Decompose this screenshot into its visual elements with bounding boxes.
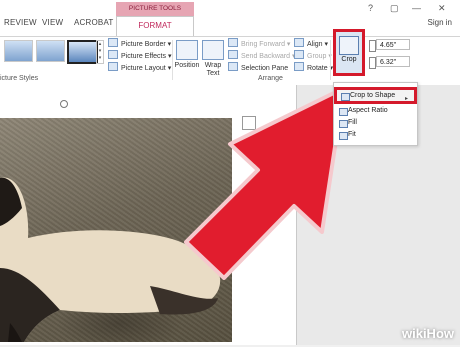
align-icon [294, 38, 304, 47]
position-label: Position [174, 62, 200, 69]
picture-border-icon [108, 38, 118, 47]
height-field[interactable]: 4.65" [376, 39, 410, 50]
position-button[interactable]: Position [174, 40, 200, 69]
picture-effects-button[interactable]: Picture Effects ▾ [108, 50, 171, 60]
picture-border-button[interactable]: Picture Border ▾ [108, 38, 171, 48]
crop-label: Crop [341, 56, 357, 63]
selection-pane-button[interactable]: Selection Pane [228, 62, 288, 72]
wrap-text-button[interactable]: Wrap Text [202, 40, 224, 78]
align-label: Align ▾ [307, 41, 329, 48]
picture-styles-group-label: icture Styles [0, 75, 39, 82]
picture-layout-label: Picture Layout ▾ [121, 65, 172, 72]
picture-style-thumb-3[interactable] [67, 40, 98, 64]
picture-border-label: Picture Border ▾ [121, 41, 172, 48]
tab-format[interactable]: FORMAT [116, 16, 194, 36]
fill-icon [339, 120, 348, 128]
ribbon-display-button[interactable]: ▢ [390, 3, 399, 14]
crop-dropdown-menu: Crop to Shape ▸ Aspect Ratio Fill Fit [333, 82, 418, 146]
rotate-button[interactable]: Rotate ▾ [294, 62, 333, 72]
wrap-text-icon [202, 40, 224, 60]
send-backward-button[interactable]: Send Backward ▾ [228, 50, 296, 60]
group-separator [330, 40, 331, 80]
rotate-handle[interactable] [60, 100, 68, 108]
bring-forward-button[interactable]: Bring Forward ▾ [228, 38, 290, 48]
aspect-ratio-icon [339, 108, 348, 116]
picture-tools-header: PICTURE TOOLS [116, 2, 194, 16]
sign-in-link[interactable]: Sign in [428, 18, 452, 27]
send-backward-label: Send Backward ▾ [241, 53, 296, 60]
fill-menu-item[interactable]: Fill [348, 119, 357, 126]
bring-forward-label: Bring Forward ▾ [241, 41, 291, 48]
picture-style-thumb-1[interactable] [4, 40, 33, 62]
group-icon [294, 50, 304, 59]
width-field[interactable]: 6.32" [376, 56, 410, 67]
align-button[interactable]: Align ▾ [294, 38, 328, 48]
minimize-button[interactable]: — [412, 3, 421, 13]
help-button[interactable]: ? [368, 3, 373, 13]
crop-to-shape-icon [341, 93, 350, 101]
height-icon [369, 40, 376, 52]
tab-acrobat[interactable]: ACROBAT [74, 18, 113, 27]
group-separator [172, 40, 173, 80]
arrange-group-label: Arrange [258, 75, 283, 82]
selection-pane-icon [228, 62, 238, 71]
fit-icon [339, 132, 348, 140]
fit-menu-item[interactable]: Fit [348, 131, 356, 138]
picture-layout-button[interactable]: Picture Layout ▾ [108, 62, 171, 72]
crop-icon [339, 36, 359, 55]
crop-to-shape-menu-item[interactable]: Crop to Shape ▸ [334, 87, 417, 104]
close-button[interactable]: ✕ [438, 3, 446, 14]
watermark-logo: wikiHow [401, 326, 454, 341]
submenu-arrow-icon: ▸ [404, 96, 408, 102]
picture-layout-icon [108, 62, 118, 71]
picture-effects-label: Picture Effects ▾ [121, 53, 172, 60]
picture-effects-icon [108, 50, 118, 59]
rotate-icon [294, 62, 304, 71]
group-label: Group ▾ [307, 53, 332, 60]
tab-review[interactable]: REVIEW [4, 18, 37, 27]
aspect-ratio-menu-item[interactable]: Aspect Ratio [348, 107, 388, 114]
width-icon [369, 57, 376, 69]
position-icon [176, 40, 198, 60]
send-backward-icon [228, 50, 238, 59]
crop-to-shape-label: Crop to Shape [350, 92, 396, 99]
group-button[interactable]: Group ▾ [294, 50, 332, 60]
selection-pane-label: Selection Pane [241, 65, 289, 72]
bring-forward-icon [228, 38, 238, 47]
crop-button[interactable]: Crop [333, 29, 365, 76]
gallery-more-button[interactable]: ▴ ▾ ▾ [96, 40, 104, 64]
tab-view[interactable]: VIEW [42, 18, 63, 27]
picture-style-thumb-2[interactable] [36, 40, 65, 62]
wrap-text-label: Wrap Text [204, 62, 222, 77]
